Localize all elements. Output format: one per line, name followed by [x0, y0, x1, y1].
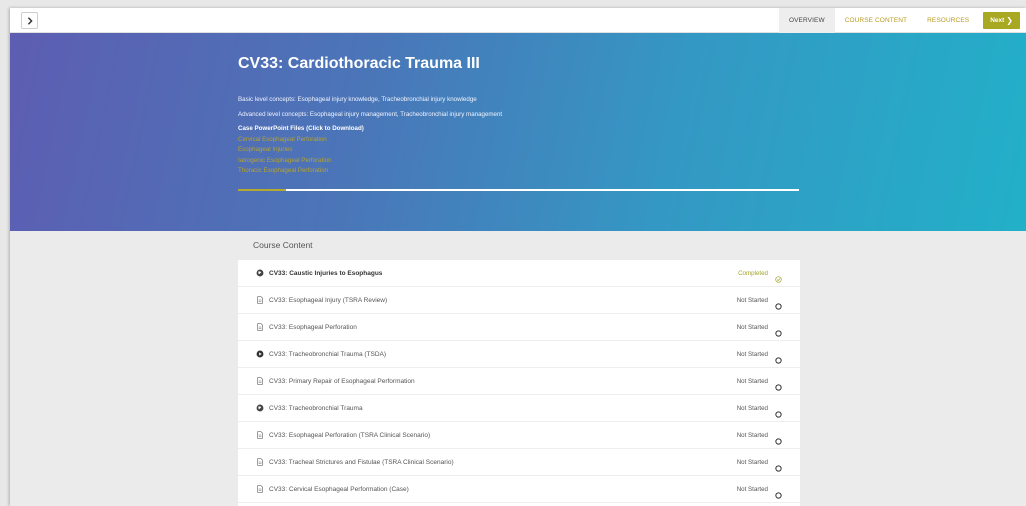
content-row-status: Not Started	[736, 404, 768, 412]
content-row[interactable]: CV33: Esophageal Perforation (TSRA Clini…	[238, 422, 800, 449]
play-icon	[256, 350, 264, 358]
tab-course-content[interactable]: COURSE CONTENT	[835, 8, 917, 33]
advanced-concepts: Advanced level concepts: Esophageal inju…	[238, 111, 503, 118]
ppt-link-esophageal-injuries[interactable]: Esophageal Injuries	[238, 146, 292, 153]
course-content-heading: Course Content	[253, 240, 313, 250]
content-row[interactable]: CV33: Tracheobronchial Trauma Not Started	[238, 395, 800, 422]
next-button-label: Next	[990, 17, 1005, 24]
content-row-status: Not Started	[736, 431, 768, 439]
content-row-status: Not Started	[736, 458, 768, 466]
content-row-status: Not Started	[736, 377, 768, 385]
document-icon	[256, 458, 264, 466]
content-row[interactable]: CV33: Esophageal Injury (TSRA Review) Not…	[238, 287, 800, 314]
course-content-list: CV33: Caustic Injuries to Esophagus Compl…	[238, 260, 800, 506]
tab-resources[interactable]: RESOURCES	[917, 8, 979, 33]
ppt-files-heading: Case PowerPoint Files (Click to Download…	[238, 125, 364, 132]
content-row-label: CV33: Tracheal Strictures and Fistulae (…	[269, 458, 454, 466]
app-frame: OVERVIEW COURSE CONTENT RESOURCES Next ❯…	[10, 8, 1026, 506]
content-row-status: Completed	[738, 269, 768, 277]
empty-circle-icon	[775, 486, 782, 499]
empty-circle-icon	[775, 324, 782, 337]
document-icon	[256, 296, 264, 304]
content-row-label: CV33: Cervical Esophageal Performation (…	[269, 485, 409, 493]
course-title: CV33: Cardiothoracic Trauma III	[238, 55, 480, 72]
content-row-label: CV33: Primary Repair of Esophageal Perfo…	[269, 377, 415, 385]
ppt-link-cervical[interactable]: Cervical Esophageal Perforation	[238, 136, 327, 143]
course-hero: CV33: Cardiothoracic Trauma III Basic le…	[10, 33, 1026, 231]
content-row-label: CV33: Esophageal Perforation	[269, 323, 357, 331]
basic-concepts: Basic level concepts: Esophageal injury …	[238, 96, 477, 103]
top-bar: OVERVIEW COURSE CONTENT RESOURCES Next ❯	[10, 8, 1026, 33]
empty-circle-icon	[775, 378, 782, 391]
empty-circle-icon	[775, 297, 782, 310]
sidebar-toggle-button[interactable]	[21, 12, 38, 29]
document-icon	[256, 431, 264, 439]
course-progress-bar	[238, 189, 799, 191]
tab-overview[interactable]: OVERVIEW	[778, 8, 835, 33]
content-row[interactable]: CV33: Tracheal Strictures and Fistulae (…	[238, 449, 800, 476]
content-row-status: Not Started	[736, 485, 768, 493]
content-row-label: CV33: Esophageal Injury (TSRA Review)	[269, 296, 388, 304]
content-row-status: Not Started	[736, 296, 768, 304]
document-icon	[256, 323, 264, 331]
document-icon	[256, 485, 264, 493]
content-row[interactable]: CV33: Primary Repair of Esophageal Perfo…	[238, 368, 800, 395]
content-row-label: CV33: Tracheobronchial Trauma (TSDA)	[269, 350, 387, 358]
ppt-link-iatrogenic[interactable]: Iatrogenic Esophageal Perforation	[238, 157, 332, 164]
top-nav: OVERVIEW COURSE CONTENT RESOURCES Next ❯	[778, 8, 1026, 33]
ppt-link-thoracic[interactable]: Thoracic Esophageal Perforation	[238, 167, 328, 174]
empty-circle-icon	[775, 432, 782, 445]
chevron-right-icon	[26, 16, 34, 25]
content-row-status: Not Started	[736, 350, 768, 358]
document-icon	[256, 377, 264, 385]
empty-circle-icon	[775, 351, 782, 364]
chevron-right-icon: ❯	[1006, 16, 1013, 25]
content-row[interactable]: CV33: Caustic Injuries to Esophagus Compl…	[238, 260, 800, 287]
content-row-label: CV33: Caustic Injuries to Esophagus	[269, 269, 383, 277]
empty-circle-icon	[775, 405, 782, 418]
check-circle-icon	[775, 270, 782, 283]
globe-icon	[256, 269, 264, 277]
content-row-label: CV33: Esophageal Perforation (TSRA Clini…	[269, 431, 431, 439]
next-button[interactable]: Next ❯	[983, 12, 1020, 29]
content-row-status: Not Started	[736, 323, 768, 331]
course-progress-fill	[238, 189, 286, 191]
content-row[interactable]: CV33: Esophageal Perforation Not Started	[238, 314, 800, 341]
globe-icon	[256, 404, 264, 412]
content-row[interactable]: CV33: Tracheobronchial Trauma (TSDA) Not …	[238, 341, 800, 368]
content-row-label: CV33: Tracheobronchial Trauma	[269, 404, 363, 412]
content-row[interactable]: CV33: Cervical Esophageal Performation (…	[238, 476, 800, 503]
empty-circle-icon	[775, 459, 782, 472]
